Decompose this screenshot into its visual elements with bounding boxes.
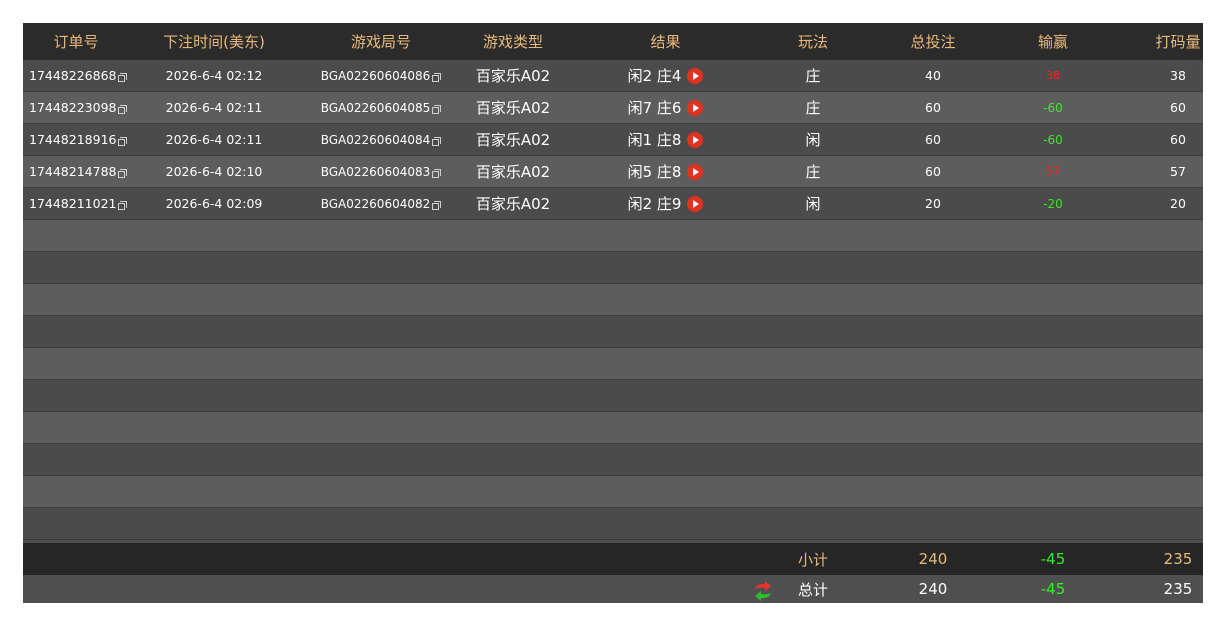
empty-row bbox=[23, 508, 1203, 540]
play-icon[interactable] bbox=[687, 99, 704, 116]
order-number: 17448218916 bbox=[29, 132, 117, 147]
turnover: 57 bbox=[1170, 164, 1186, 179]
play-type: 闲 bbox=[805, 195, 821, 213]
total-win-lose: -45 bbox=[1040, 580, 1066, 598]
copy-icon[interactable] bbox=[118, 200, 128, 211]
col-round: 游戏局号 bbox=[350, 33, 411, 51]
copy-icon[interactable] bbox=[432, 72, 442, 83]
total-row: 总计 240 -45 235 bbox=[23, 575, 1203, 603]
subtotal-bet: 240 bbox=[918, 550, 948, 568]
turnover: 20 bbox=[1170, 196, 1186, 211]
result-text: 闲1 庄8 bbox=[627, 131, 682, 149]
play-icon[interactable] bbox=[687, 131, 704, 148]
table-header: 订单号 下注时间(美东) 游戏局号 游戏类型 结果 玩法 总投注 输赢 打码量 bbox=[23, 23, 1203, 60]
total-bet: 60 bbox=[925, 100, 941, 115]
empty-row bbox=[23, 412, 1203, 444]
round-number: BGA02260604086 bbox=[320, 68, 431, 83]
table-row: 17448211021 2026-6-4 02:09 BGA02260604082 百… bbox=[23, 188, 1203, 220]
game-type: 百家乐A02 bbox=[475, 131, 551, 149]
copy-icon[interactable] bbox=[118, 104, 128, 115]
result-text: 闲7 庄6 bbox=[627, 99, 682, 117]
order-number: 17448214788 bbox=[29, 164, 117, 179]
bet-time: 2026-6-4 02:09 bbox=[165, 196, 263, 211]
col-result: 结果 bbox=[650, 33, 681, 51]
turnover: 60 bbox=[1170, 132, 1186, 147]
win-lose: -60 bbox=[1043, 100, 1063, 115]
win-lose: 38 bbox=[1046, 69, 1060, 82]
bet-time: 2026-6-4 02:11 bbox=[165, 132, 263, 147]
play-icon[interactable] bbox=[687, 163, 704, 180]
total-bet: 240 bbox=[918, 580, 948, 598]
result-text: 闲2 庄4 bbox=[627, 67, 682, 85]
play-icon[interactable] bbox=[687, 67, 704, 84]
table-row: 17448223098 2026-6-4 02:11 BGA02260604085 百… bbox=[23, 92, 1203, 124]
play-type: 庄 bbox=[805, 163, 821, 181]
subtotal-label: 小计 bbox=[797, 550, 828, 569]
bet-time: 2026-6-4 02:10 bbox=[165, 164, 263, 179]
play-type: 庄 bbox=[805, 67, 821, 85]
round-number: BGA02260604085 bbox=[320, 100, 431, 115]
copy-icon[interactable] bbox=[118, 168, 128, 179]
empty-row bbox=[23, 476, 1203, 508]
total-bet: 60 bbox=[925, 164, 941, 179]
result-text: 闲2 庄9 bbox=[627, 195, 682, 213]
subtotal-row: 小计 240 -45 235 bbox=[23, 543, 1203, 575]
empty-row bbox=[23, 316, 1203, 348]
empty-row bbox=[23, 220, 1203, 252]
copy-icon[interactable] bbox=[432, 136, 442, 147]
col-order: 订单号 bbox=[53, 33, 99, 51]
subtotal-turnover: 235 bbox=[1163, 550, 1193, 568]
order-number: 17448223098 bbox=[29, 100, 117, 115]
empty-row bbox=[23, 444, 1203, 476]
turnover: 60 bbox=[1170, 100, 1186, 115]
table-row: 17448214788 2026-6-4 02:10 BGA02260604083 百… bbox=[23, 156, 1203, 188]
round-number: BGA02260604083 bbox=[320, 164, 431, 179]
copy-icon[interactable] bbox=[118, 72, 128, 83]
empty-row bbox=[23, 252, 1203, 284]
game-type: 百家乐A02 bbox=[475, 195, 551, 213]
win-lose: -60 bbox=[1043, 132, 1063, 147]
turnover: 38 bbox=[1170, 68, 1186, 83]
copy-icon[interactable] bbox=[432, 104, 442, 115]
copy-icon[interactable] bbox=[432, 200, 442, 211]
col-game-type: 游戏类型 bbox=[482, 33, 543, 51]
table-row: 17448226868 2026-6-4 02:12 BGA02260604086 百… bbox=[23, 60, 1203, 92]
col-total-bet: 总投注 bbox=[910, 33, 956, 51]
game-type: 百家乐A02 bbox=[475, 99, 551, 117]
total-label: 总计 bbox=[797, 580, 828, 599]
game-type: 百家乐A02 bbox=[475, 67, 551, 85]
empty-row bbox=[23, 348, 1203, 380]
total-turnover: 235 bbox=[1163, 580, 1193, 598]
copy-icon[interactable] bbox=[432, 168, 442, 179]
order-number: 17448211021 bbox=[29, 196, 117, 211]
empty-row bbox=[23, 380, 1203, 412]
col-win-lose: 输赢 bbox=[1037, 33, 1068, 51]
table-row: 17448218916 2026-6-4 02:11 BGA02260604084 百… bbox=[23, 124, 1203, 156]
game-type: 百家乐A02 bbox=[475, 163, 551, 181]
total-bet: 40 bbox=[925, 68, 941, 83]
bet-records-panel: 订单号 下注时间(美东) 游戏局号 游戏类型 结果 玩法 总投注 输赢 打码量 … bbox=[23, 23, 1203, 603]
round-number: BGA02260604084 bbox=[320, 132, 431, 147]
play-type: 闲 bbox=[805, 131, 821, 149]
bet-time: 2026-6-4 02:12 bbox=[165, 68, 263, 83]
empty-row bbox=[23, 284, 1203, 316]
col-play: 玩法 bbox=[797, 33, 828, 51]
bet-time: 2026-6-4 02:11 bbox=[165, 100, 263, 115]
col-time: 下注时间(美东) bbox=[163, 33, 265, 51]
play-type: 庄 bbox=[805, 99, 821, 117]
win-lose: -20 bbox=[1043, 196, 1063, 211]
order-number: 17448226868 bbox=[29, 68, 117, 83]
total-bet: 20 bbox=[925, 196, 941, 211]
col-turnover: 打码量 bbox=[1155, 33, 1201, 51]
total-bet: 60 bbox=[925, 132, 941, 147]
copy-icon[interactable] bbox=[118, 136, 128, 147]
result-text: 闲5 庄8 bbox=[627, 163, 682, 181]
subtotal-win-lose: -45 bbox=[1040, 550, 1066, 568]
round-number: BGA02260604082 bbox=[320, 196, 431, 211]
win-lose: 57 bbox=[1046, 165, 1060, 178]
play-icon[interactable] bbox=[687, 195, 704, 212]
